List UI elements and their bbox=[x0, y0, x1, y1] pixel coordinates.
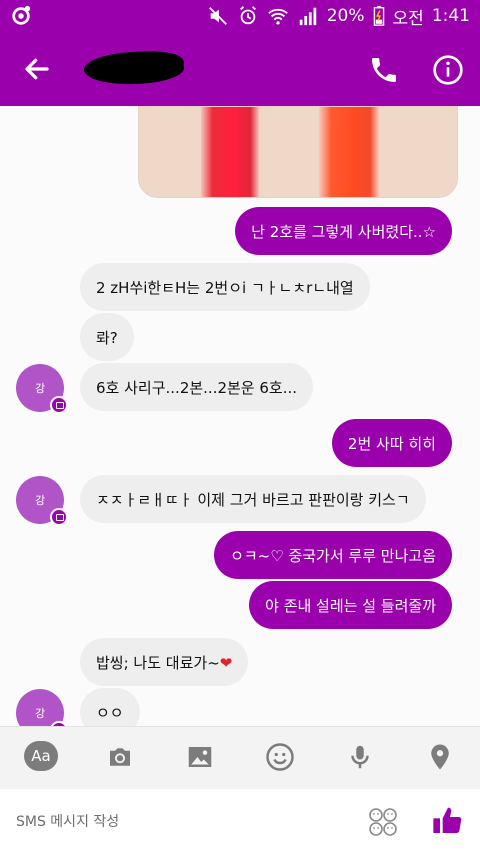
avatar[interactable]: 강 bbox=[16, 364, 68, 414]
message-text: ㅇㅋ~♡ 중국가서 루루 만나고옴 bbox=[230, 546, 436, 565]
emoji-icon[interactable] bbox=[368, 807, 398, 837]
status-bar: 20% 오전 1:41 bbox=[0, 0, 480, 32]
message-bubble-outgoing[interactable]: 2번 사따 히히 bbox=[331, 419, 452, 467]
composer-toolbar: Aa bbox=[0, 726, 480, 788]
image-icon[interactable] bbox=[183, 742, 217, 772]
message-bubble-outgoing[interactable]: 야 존내 설레는 설 들려줄까 bbox=[249, 581, 452, 629]
status-ampm: 오전 bbox=[392, 8, 424, 29]
message-text: 난 2호를 그렇게 사버렸다..☆ bbox=[251, 222, 436, 241]
status-time: 1:41 bbox=[431, 6, 470, 26]
messenger-icon bbox=[12, 5, 31, 25]
text-style-button[interactable]: Aa bbox=[24, 741, 58, 771]
text-style-label: Aa bbox=[31, 747, 51, 765]
location-pin-icon[interactable] bbox=[423, 742, 457, 772]
signal-icon bbox=[299, 7, 316, 26]
message-bubble-incoming[interactable]: ㅇㅇ bbox=[80, 688, 140, 726]
message-thread[interactable]: 난 2호를 그렇게 사버렸다..☆ 2 zH쑤i한ㅌH는 2번ㅇi ㄱㅏㄴㅊrㄴ… bbox=[0, 106, 480, 726]
message-text: 2 zH쑤i한ㅌH는 2번ㅇi ㄱㅏㄴㅊrㄴ내열 bbox=[96, 278, 354, 297]
messenger-app: 20% 오전 1:41 난 2호를 그렇게 사버렸다..☆ 2 zH쑤i한ㅌH는… bbox=[0, 0, 480, 853]
status-bar-right: 20% 오전 1:41 bbox=[207, 0, 470, 32]
message-composer bbox=[0, 788, 480, 853]
message-input[interactable] bbox=[16, 811, 346, 833]
heart-icon: ❤ bbox=[219, 653, 233, 672]
lip-swatch-2 bbox=[319, 107, 379, 197]
battery-percent: 20% bbox=[326, 6, 365, 26]
message-text: 롸? bbox=[96, 328, 118, 347]
thumbs-up-icon[interactable] bbox=[432, 805, 464, 837]
alarm-icon bbox=[239, 6, 256, 25]
microphone-icon[interactable] bbox=[343, 742, 377, 772]
avatar[interactable]: 강 bbox=[16, 689, 68, 726]
conversation-header bbox=[0, 32, 480, 106]
message-text: ㅇㅇ bbox=[96, 703, 124, 722]
wifi-icon bbox=[267, 8, 288, 25]
phone-icon[interactable] bbox=[368, 54, 400, 86]
message-bubble-incoming[interactable]: 롸? bbox=[80, 313, 134, 361]
message-bubble-outgoing[interactable]: ㅇㅋ~♡ 중국가서 루루 만나고옴 bbox=[214, 531, 452, 579]
camera-icon[interactable] bbox=[103, 742, 137, 772]
avatar-initial: 강 bbox=[34, 382, 46, 395]
battery-icon bbox=[373, 5, 384, 26]
message-bubble-incoming[interactable]: ㅈㅈㅏㄹㅐㄸㅏ 이제 그거 바르고 판판이랑 키스ㄱ bbox=[80, 475, 426, 523]
avatar-initial: 강 bbox=[34, 707, 46, 720]
message-bubble-incoming[interactable]: 6호 사리구...2본...2본운 6호... bbox=[80, 363, 314, 411]
avatar[interactable]: 강 bbox=[16, 476, 68, 526]
smiley-icon[interactable] bbox=[263, 742, 297, 772]
shared-photo[interactable] bbox=[138, 106, 458, 198]
message-text: 밥씽; 나도 대료가~❤ bbox=[96, 653, 233, 672]
lip-swatch-1 bbox=[201, 107, 259, 197]
message-bubble-incoming[interactable]: 밥씽; 나도 대료가~❤ bbox=[80, 638, 249, 686]
avatar-initial: 강 bbox=[34, 494, 46, 507]
message-text: 야 존내 설레는 설 들려줄까 bbox=[265, 596, 436, 615]
mute-icon bbox=[208, 7, 227, 25]
messenger-badge-icon bbox=[50, 396, 68, 414]
arrow-left-icon[interactable] bbox=[22, 54, 52, 84]
message-text: 6호 사리구...2본...2본운 6호... bbox=[96, 378, 298, 397]
message-text: 2번 사따 히히 bbox=[347, 434, 436, 453]
messenger-badge-icon bbox=[50, 508, 68, 526]
info-icon[interactable] bbox=[432, 54, 464, 86]
message-bubble-incoming[interactable]: 2 zH쑤i한ㅌH는 2번ㅇi ㄱㅏㄴㅊrㄴ내열 bbox=[80, 263, 370, 311]
message-bubble-outgoing[interactable]: 난 2호를 그렇게 사버렸다..☆ bbox=[235, 207, 452, 255]
message-text: ㅈㅈㅏㄹㅐㄸㅏ 이제 그거 바르고 판판이랑 키스ㄱ bbox=[96, 490, 410, 509]
